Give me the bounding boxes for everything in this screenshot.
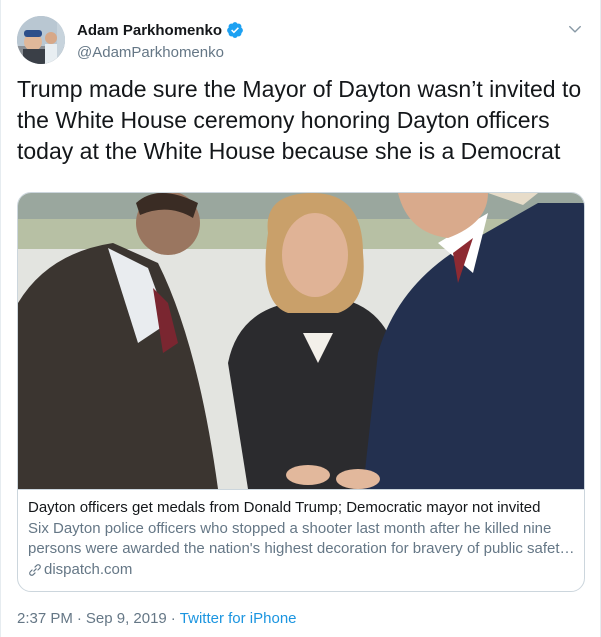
tweet-text: Trump made sure the Mayor of Dayton wasn… — [17, 76, 582, 164]
tweet-meta: 2:37 PM · Sep 9, 2019 · Twitter for iPho… — [17, 610, 297, 627]
display-name[interactable]: Adam Parkhomenko — [77, 22, 222, 39]
meta-separator: · — [170, 610, 176, 627]
tweet-time[interactable]: 2:37 PM — [17, 610, 73, 627]
card-domain[interactable]: dispatch.com — [28, 560, 574, 580]
card-description-line-1: Six Dayton police officers who stopped a… — [28, 520, 552, 537]
card-body[interactable]: Dayton officers get medals from Donald T… — [18, 489, 584, 591]
tweet-header: Adam Parkhomenko @AdamParkhomenko — [17, 16, 584, 68]
card-description: Six Dayton police officers who stopped a… — [28, 519, 574, 559]
author-block[interactable]: Adam Parkhomenko @AdamParkhomenko — [77, 20, 244, 61]
avatar[interactable] — [17, 16, 65, 64]
tweet-date[interactable]: Sep 9, 2019 — [86, 610, 167, 627]
card-domain-text[interactable]: dispatch.com — [44, 560, 132, 580]
link-icon — [29, 564, 41, 576]
link-card[interactable]: Dayton officers get medals from Donald T… — [17, 192, 585, 592]
handle[interactable]: @AdamParkhomenko — [77, 44, 244, 61]
card-description-line-2: persons were awarded the nation's highes… — [28, 540, 574, 557]
card-image[interactable] — [18, 193, 584, 489]
card-title[interactable]: Dayton officers get medals from Donald T… — [28, 498, 574, 518]
meta-separator: · — [76, 610, 82, 627]
chevron-down-icon[interactable] — [568, 22, 582, 36]
tweet-source-link[interactable]: Twitter for iPhone — [180, 610, 297, 627]
tweet: Adam Parkhomenko @AdamParkhomenko Trump … — [0, 0, 601, 637]
verified-badge-icon — [227, 22, 243, 38]
